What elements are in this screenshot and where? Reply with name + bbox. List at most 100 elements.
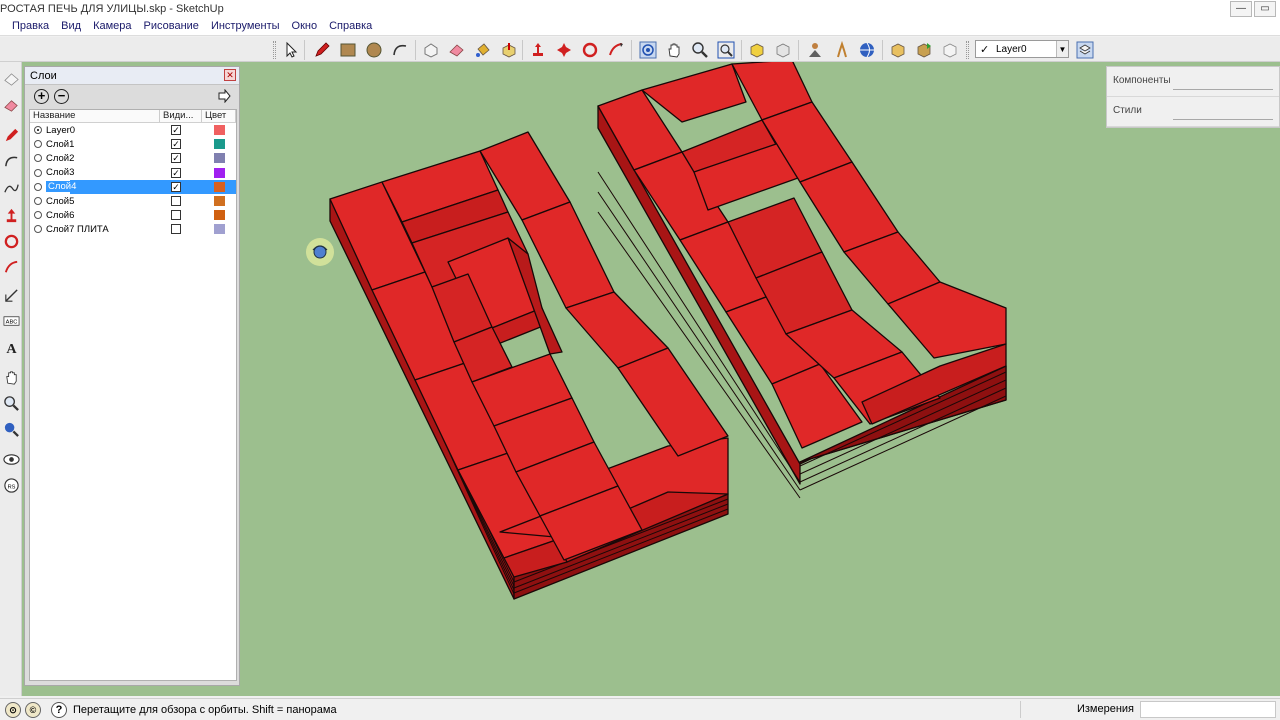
eraser-icon[interactable]: [1, 68, 21, 90]
offset-icon[interactable]: [579, 39, 601, 61]
layer-row[interactable]: Слой4 ✓: [30, 179, 236, 194]
paint-bucket-icon[interactable]: [472, 39, 494, 61]
layer-color-swatch[interactable]: [213, 139, 225, 150]
tape-measure-icon[interactable]: [1, 284, 21, 306]
toolbar-grip[interactable]: [273, 41, 276, 59]
layer-visible-checkbox[interactable]: [171, 210, 181, 221]
arc-icon[interactable]: [1, 150, 21, 172]
chevron-down-icon[interactable]: ▼: [1056, 41, 1068, 57]
zoom-icon[interactable]: [1, 392, 21, 414]
layer-name-cell[interactable]: Layer0: [30, 125, 160, 136]
add-layer-button[interactable]: +: [34, 89, 49, 104]
active-layer-radio[interactable]: [34, 197, 42, 206]
layer-row[interactable]: Слой5: [30, 194, 236, 208]
layer-name-cell[interactable]: Слой4: [30, 181, 160, 193]
dimension-icon[interactable]: ABC: [1, 310, 21, 332]
active-layer-radio[interactable]: [34, 126, 42, 135]
zoom-extents-icon[interactable]: [715, 39, 737, 61]
orbit-icon[interactable]: [637, 39, 659, 61]
menu-help[interactable]: Справка: [323, 18, 378, 35]
follow-me-icon[interactable]: [1, 230, 21, 252]
menu-view[interactable]: Вид: [55, 18, 87, 35]
select-icon[interactable]: [280, 39, 302, 61]
layer-row[interactable]: Слой7 ПЛИТА: [30, 222, 236, 236]
tray-components[interactable]: Компоненты: [1107, 67, 1279, 97]
get-models-icon[interactable]: [887, 39, 909, 61]
column-name[interactable]: Название: [30, 110, 160, 122]
text-icon[interactable]: A: [1, 336, 21, 358]
layer-color-swatch[interactable]: [213, 125, 225, 136]
offset-icon[interactable]: [1, 256, 21, 278]
push-pull-icon[interactable]: [1, 204, 21, 226]
position-camera-icon[interactable]: [1, 418, 21, 440]
circle-icon[interactable]: [363, 39, 385, 61]
layer-color-swatch[interactable]: [213, 196, 225, 207]
active-layer-radio[interactable]: [34, 154, 42, 163]
layer-color-swatch[interactable]: [213, 210, 225, 221]
layer-color-swatch[interactable]: [213, 153, 225, 164]
layer-name-cell[interactable]: Слой7 ПЛИТА: [30, 224, 160, 235]
share-model-icon[interactable]: [913, 39, 935, 61]
active-layer-radio[interactable]: [34, 140, 42, 149]
credits-icon[interactable]: ©: [25, 702, 41, 718]
layer-row[interactable]: Layer0 ✓: [30, 123, 236, 137]
scale-icon[interactable]: [605, 39, 627, 61]
layer-name-cell[interactable]: Слой3: [30, 167, 160, 178]
tray-styles[interactable]: Стили: [1107, 97, 1279, 127]
freehand-icon[interactable]: [1, 176, 21, 198]
active-layer-radio[interactable]: [34, 225, 42, 234]
pencil-icon[interactable]: [1, 124, 21, 146]
layer-color-swatch[interactable]: [213, 224, 225, 235]
walk-icon[interactable]: [830, 39, 852, 61]
layer-row[interactable]: Слой3 ✓: [30, 166, 236, 180]
layer-dropdown[interactable]: ✓ Layer0 ▼: [975, 40, 1069, 58]
layers-manager-icon[interactable]: [1074, 39, 1096, 61]
layer-visible-checkbox[interactable]: ✓: [171, 153, 181, 164]
layer-row[interactable]: Слой1 ✓: [30, 137, 236, 151]
remove-layer-button[interactable]: −: [54, 89, 69, 104]
pan-icon[interactable]: [663, 39, 685, 61]
push-pull-icon[interactable]: [498, 39, 520, 61]
look-around-icon[interactable]: [1, 448, 21, 470]
previous-view-icon[interactable]: [746, 39, 768, 61]
layer-name-cell[interactable]: Слой1: [30, 139, 160, 150]
geo-location-icon[interactable]: ⊙: [5, 702, 21, 718]
rotate-icon[interactable]: [553, 39, 575, 61]
layer-color-swatch[interactable]: [213, 181, 225, 192]
layer-name-cell[interactable]: Слой5: [30, 196, 160, 207]
layer-visible-checkbox[interactable]: ✓: [171, 181, 181, 192]
eraser-icon[interactable]: [446, 39, 468, 61]
active-layer-radio[interactable]: [34, 182, 42, 191]
share-component-icon[interactable]: [939, 39, 961, 61]
next-view-icon[interactable]: [772, 39, 794, 61]
measurements-input[interactable]: [1140, 701, 1276, 718]
column-color[interactable]: Цвет: [202, 110, 236, 122]
active-layer-radio[interactable]: [34, 211, 42, 220]
layer-row[interactable]: Слой2 ✓: [30, 151, 236, 165]
pan-icon[interactable]: [1, 366, 21, 388]
position-camera-icon[interactable]: [804, 39, 826, 61]
layer-name-cell[interactable]: Слой6: [30, 210, 160, 221]
look-around-icon[interactable]: [856, 39, 878, 61]
layer-visible-checkbox[interactable]: [171, 224, 181, 235]
menu-edit[interactable]: Правка: [6, 18, 55, 35]
pencil-icon[interactable]: [311, 39, 333, 61]
layer-name-cell[interactable]: Слой2: [30, 153, 160, 164]
layer-visible-checkbox[interactable]: [171, 196, 181, 207]
paint-icon[interactable]: [1, 94, 21, 116]
menu-tools[interactable]: Инструменты: [205, 18, 286, 35]
rectangle-icon[interactable]: [337, 39, 359, 61]
layer-visible-checkbox[interactable]: ✓: [171, 125, 181, 136]
layers-panel-header[interactable]: Слои ✕: [25, 67, 239, 85]
layer-visible-checkbox[interactable]: ✓: [171, 139, 181, 150]
zoom-icon[interactable]: [689, 39, 711, 61]
toolbar-grip[interactable]: [966, 41, 969, 59]
layer-color-swatch[interactable]: [213, 167, 225, 178]
arc-icon[interactable]: [389, 39, 411, 61]
details-arrow-icon[interactable]: [217, 88, 231, 104]
column-visible[interactable]: Види...: [160, 110, 202, 122]
section-plane-icon[interactable]: RS: [1, 474, 21, 496]
minimize-button[interactable]: —: [1230, 1, 1252, 17]
menu-draw[interactable]: Рисование: [138, 18, 205, 35]
menu-camera[interactable]: Камера: [87, 18, 137, 35]
